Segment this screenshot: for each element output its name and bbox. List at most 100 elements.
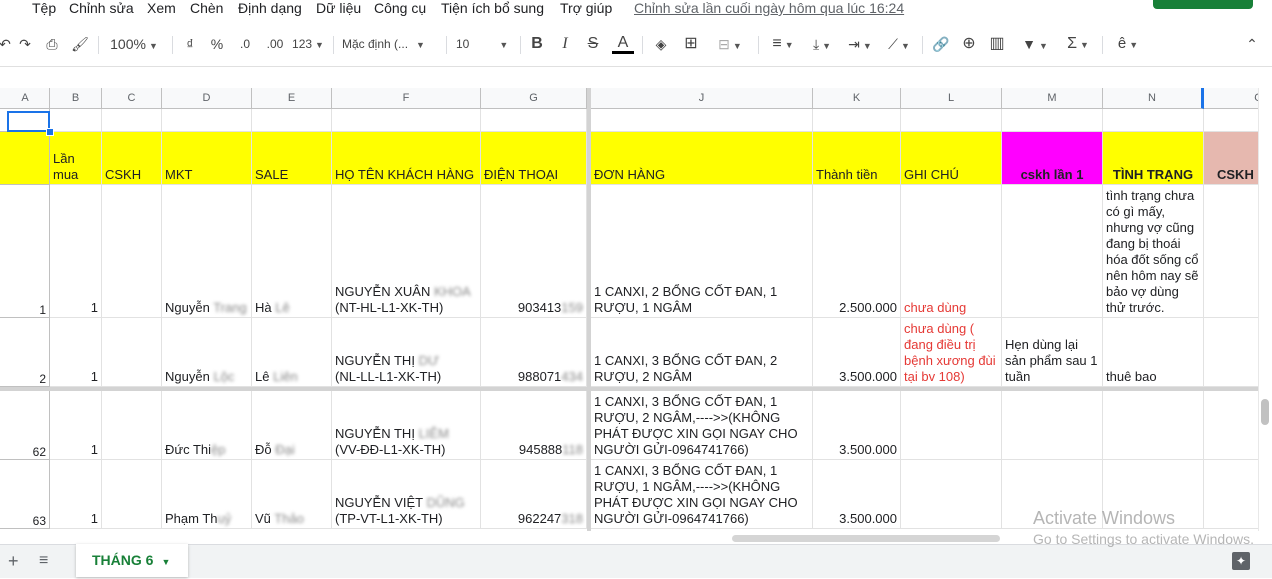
mkt-cell[interactable]: Phạm Thuỷ <box>162 460 252 529</box>
sheet-tab-thang-6[interactable]: THÁNG 6 ▼ <box>76 544 188 577</box>
mkt-cell[interactable]: Đức Thiệp <box>162 391 252 460</box>
sale-cell[interactable]: Lê Liên <box>252 318 332 387</box>
col-header-l[interactable]: L <box>901 88 1002 109</box>
explore-button[interactable]: ✦ <box>1232 552 1250 570</box>
header-don-hang[interactable]: ĐƠN HÀNG <box>591 132 813 185</box>
order-cell[interactable]: 1 CANXI, 3 BỔNG CỐT ĐAN, 2 RƯỢU, 2 NGÂM <box>591 318 813 387</box>
customer-name-cell[interactable]: NGUYỄN VIỆT DŨNG (TP-VT-L1-XK-TH) <box>332 460 481 529</box>
sale-cell[interactable]: Vũ Thảo <box>252 460 332 529</box>
frozen-column-divider[interactable] <box>587 88 591 531</box>
cskh-lan1-cell[interactable]: Hẹn dùng lại sản phẩm sau 1 tuần <box>1002 318 1103 387</box>
vertical-scroll-thumb[interactable] <box>1261 399 1269 425</box>
input-tools-icon[interactable]: ê ▼ <box>1110 34 1146 54</box>
cell[interactable] <box>1204 460 1258 529</box>
cell[interactable] <box>162 109 252 132</box>
phone-cell[interactable]: 962247318 <box>481 460 587 529</box>
col-header-b[interactable]: B <box>50 88 102 109</box>
row-header[interactable]: 62 <box>0 391 50 460</box>
font-size-select[interactable]: 10 ▼ <box>456 34 514 54</box>
lan-mua-cell[interactable]: 1 <box>50 185 102 318</box>
cell[interactable] <box>252 109 332 132</box>
frozen-row-divider[interactable] <box>0 387 1258 391</box>
header-cskh-2[interactable]: CSKH <box>1204 132 1258 185</box>
borders-icon[interactable]: ⊞ <box>680 34 702 54</box>
menu-tools[interactable]: Công cụ <box>374 0 426 16</box>
decrease-decimal-button[interactable]: .0 <box>234 34 256 54</box>
menu-help[interactable]: Trợ giúp <box>560 0 612 16</box>
lan-mua-cell[interactable]: 1 <box>50 460 102 529</box>
more-formats-select[interactable]: 123 ▼ <box>290 34 326 54</box>
col-header-n[interactable]: N <box>1103 88 1204 109</box>
col-header-m[interactable]: M <box>1002 88 1103 109</box>
percent-button[interactable]: % <box>208 34 226 54</box>
customer-name-cell[interactable]: NGUYỄN THỊ DƯ (NL-LL-L1-XK-TH) <box>332 318 481 387</box>
cell[interactable] <box>901 109 1002 132</box>
header-sale[interactable]: SALE <box>252 132 332 185</box>
vertical-scrollbar[interactable] <box>1258 88 1272 531</box>
header-cskh-lan-1[interactable]: cskh lần 1 <box>1002 132 1103 185</box>
share-button[interactable] <box>1153 0 1253 9</box>
status-cell[interactable] <box>1103 391 1204 460</box>
header-mkt[interactable]: MKT <box>162 132 252 185</box>
row-header[interactable] <box>0 132 50 185</box>
cell[interactable] <box>1204 318 1258 387</box>
lan-mua-cell[interactable]: 1 <box>50 318 102 387</box>
col-header-j[interactable]: J <box>591 88 813 109</box>
phone-cell[interactable]: 903413159 <box>481 185 587 318</box>
customer-name-cell[interactable]: NGUYỄN XUÂN KHOA (NT-HL-L1-XK-TH) <box>332 185 481 318</box>
col-header-g[interactable]: G <box>481 88 587 109</box>
cskh-cell[interactable] <box>102 318 162 387</box>
undo-icon[interactable]: ↶ <box>0 34 12 54</box>
amount-cell[interactable]: 2.500.000 <box>813 185 901 318</box>
cskh-lan1-cell[interactable] <box>1002 391 1103 460</box>
row-header[interactable]: 2 <box>0 318 50 387</box>
cskh-cell[interactable] <box>102 460 162 529</box>
formula-bar[interactable] <box>0 66 1272 90</box>
mkt-cell[interactable]: Nguyễn Lộc <box>162 318 252 387</box>
bold-button[interactable]: B <box>528 34 546 54</box>
row-header[interactable]: 1 <box>0 185 50 318</box>
text-color-button[interactable]: A <box>612 34 634 54</box>
italic-button[interactable]: I <box>556 34 574 54</box>
menu-data[interactable]: Dữ liệu <box>316 0 361 16</box>
header-ghi-chu[interactable]: GHI CHÚ <box>901 132 1002 185</box>
strikethrough-button[interactable]: S <box>584 34 602 54</box>
note-cell[interactable]: chưa dùng ( đang điều trị bệnh xương đùi… <box>901 318 1002 387</box>
cskh-cell[interactable] <box>102 391 162 460</box>
amount-cell[interactable]: 3.500.000 <box>813 391 901 460</box>
horizontal-scroll-thumb[interactable] <box>732 535 1000 542</box>
col-header-a[interactable]: A <box>0 88 50 109</box>
redo-icon[interactable]: ↷ <box>16 34 34 54</box>
print-icon[interactable]: ⎙ <box>42 34 62 54</box>
note-cell[interactable]: chưa dùng <box>901 185 1002 318</box>
insert-link-icon[interactable]: 🔗 <box>930 34 952 54</box>
header-thanh-tien[interactable]: Thành tiền <box>813 132 901 185</box>
order-cell[interactable]: 1 CANXI, 3 BỔNG CỐT ĐAN, 1 RƯỢU, 2 NGÂM,… <box>591 391 813 460</box>
currency-button[interactable]: ₫ <box>182 34 198 54</box>
header-lan-mua[interactable]: Lần mua <box>50 132 102 185</box>
cell[interactable] <box>1103 109 1204 132</box>
order-cell[interactable]: 1 CANXI, 3 BỔNG CỐT ĐAN, 1 RƯỢU, 1 NGÂM,… <box>591 460 813 529</box>
cell[interactable] <box>1204 109 1258 132</box>
header-cskh[interactable]: CSKH <box>102 132 162 185</box>
menu-addons[interactable]: Tiện ích bổ sung <box>441 0 544 16</box>
cskh-cell[interactable] <box>102 185 162 318</box>
customer-name-cell[interactable]: NGUYỄN THỊ LIÊM (VV-ĐĐ-L1-XK-TH) <box>332 391 481 460</box>
menu-format[interactable]: Định dạng <box>238 0 302 16</box>
amount-cell[interactable]: 3.500.000 <box>813 460 901 529</box>
menu-view[interactable]: Xem <box>147 0 176 16</box>
zoom-select[interactable]: 100% ▼ <box>106 34 162 54</box>
text-rotate-icon[interactable]: ⟋ ▼ <box>882 34 916 54</box>
cell[interactable] <box>1204 391 1258 460</box>
all-sheets-button[interactable]: ≡ <box>39 552 48 570</box>
cskh-lan1-cell[interactable] <box>1002 185 1103 318</box>
fill-handle[interactable] <box>46 128 54 136</box>
cell[interactable] <box>1204 185 1258 318</box>
sale-cell[interactable]: Đỗ Đại <box>252 391 332 460</box>
insert-chart-icon[interactable]: ▥ <box>986 34 1008 54</box>
functions-icon[interactable]: Σ ▼ <box>1060 34 1096 54</box>
phone-cell[interactable]: 945888118 <box>481 391 587 460</box>
header-dien-thoai[interactable]: ĐIỆN THOẠI <box>481 132 587 185</box>
paint-format-icon[interactable]: 🖌 <box>70 34 90 54</box>
header-ho-ten[interactable]: HỌ TÊN KHÁCH HÀNG <box>332 132 481 185</box>
